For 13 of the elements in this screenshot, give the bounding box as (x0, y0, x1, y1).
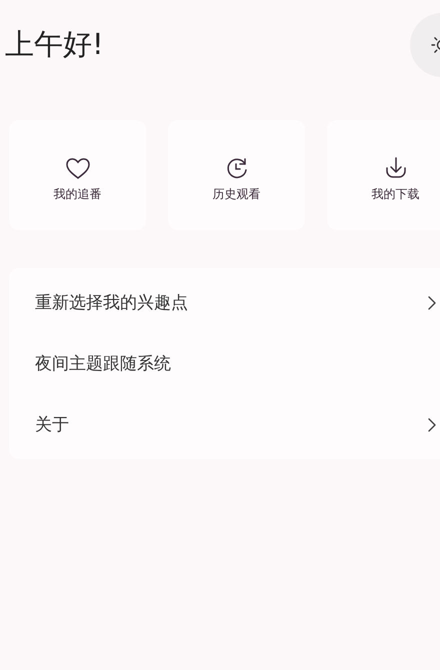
shortcut-label: 我的追番 (54, 186, 102, 202)
shortcut-card[interactable]: 我的下载 (327, 120, 440, 230)
shortcut-card[interactable]: 历史观看 (168, 120, 305, 230)
shortcut-label: 历史观看 (212, 186, 260, 202)
settings-item[interactable]: 夜间主题跟随系统 (9, 333, 437, 394)
settings-label: 关于 (35, 414, 69, 436)
shortcut-label: 我的下载 (372, 186, 420, 202)
shortcut-card[interactable]: 我的追番 (9, 120, 146, 230)
settings-label: 重新选择我的兴趣点 (35, 292, 188, 314)
settings-label: 夜间主题跟随系统 (35, 353, 171, 375)
greeting-title: 上午好! (5, 26, 104, 63)
settings-item[interactable]: 关于 (9, 394, 437, 455)
settings-item[interactable]: 重新选择我的兴趣点 (9, 272, 437, 333)
